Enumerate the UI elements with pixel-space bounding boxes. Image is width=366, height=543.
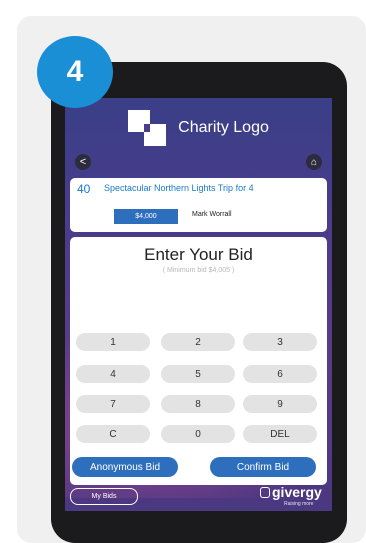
enter-bid-title: Enter Your Bid [144, 245, 253, 264]
keypad-key-3[interactable]: 3 [243, 333, 317, 351]
charity-logo-icon [128, 110, 168, 146]
givergy-name: givergy [272, 484, 322, 500]
home-button[interactable]: ⌂ [306, 154, 322, 170]
my-bids-button[interactable]: My Bids [70, 488, 138, 505]
keypad-key-8[interactable]: 8 [161, 395, 235, 413]
keypad-key-2[interactable]: 2 [161, 333, 235, 351]
keypad-key-0[interactable]: 0 [161, 425, 235, 443]
confirm-bid-button[interactable]: Confirm Bid [210, 457, 316, 477]
anonymous-bid-button[interactable]: Anonymous Bid [72, 457, 178, 477]
lot-card: 40 Spectacular Northern Lights Trip for … [70, 178, 327, 232]
home-icon: ⌂ [310, 156, 318, 168]
app-screen: Charity Logo < ⌂ 40 Spectacular Northern… [65, 98, 332, 511]
keypad-key-1[interactable]: 1 [76, 333, 150, 351]
minimum-bid-hint: ( Minimum bid $4,005 ) [162, 267, 235, 274]
step-badge: 4 [37, 36, 113, 108]
back-button[interactable]: < [75, 154, 91, 170]
leading-bidder-name: Mark Worrall [192, 211, 232, 218]
keypad-key-5[interactable]: 5 [161, 365, 235, 383]
charity-logo-text: Charity Logo [178, 119, 269, 136]
keypad-key-9[interactable]: 9 [243, 395, 317, 413]
bid-entry-panel: Enter Your Bid ( Minimum bid $4,005 ) [70, 237, 327, 485]
keypad-key-clear[interactable]: C [76, 425, 150, 443]
current-bid-amount: $4,000 [114, 209, 178, 224]
givergy-logo-icon [260, 487, 270, 498]
keypad-key-4[interactable]: 4 [76, 365, 150, 383]
lot-number: 40 [77, 182, 91, 196]
keypad-key-6[interactable]: 6 [243, 365, 317, 383]
charity-logo: Charity Logo [65, 98, 332, 158]
keypad-key-7[interactable]: 7 [76, 395, 150, 413]
givergy-tagline: Raising more [284, 501, 314, 507]
back-chevron-icon: < [79, 156, 87, 168]
keypad-key-delete[interactable]: DEL [243, 425, 317, 443]
lot-title: Spectacular Northern Lights Trip for 4 [104, 183, 254, 193]
